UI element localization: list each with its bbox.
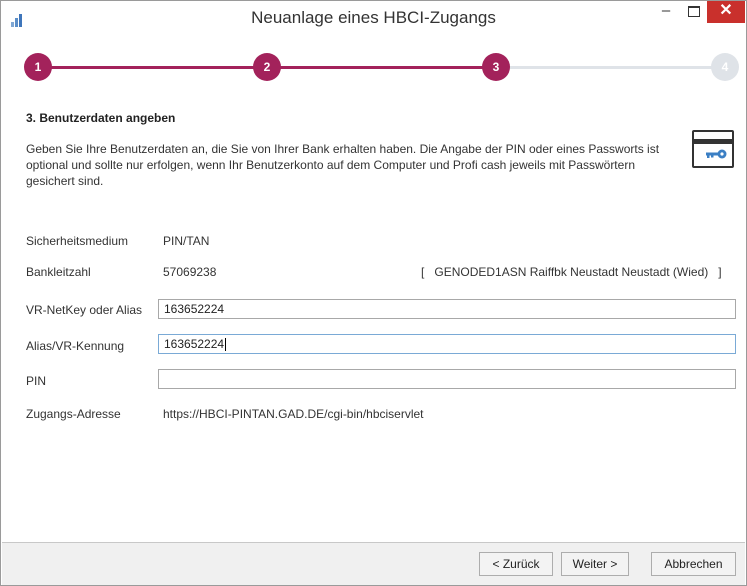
pin-label: PIN [26,374,47,388]
maximize-icon [688,6,700,17]
bracket-open: [ [421,265,425,279]
bracket-close: ] [718,265,722,279]
bank-info-text: GENODED1ASN Raiffbk Neustadt Neustadt (W… [434,265,709,279]
section-description: Geben Sie Ihre Benutzerdaten an, die Sie… [26,142,660,188]
step-2: 2 [253,53,281,81]
text-caret [225,338,227,352]
bank-info: [ GENODED1ASN Raiffbk Neustadt Neustadt … [421,265,722,279]
address-label: Zugangs-Adresse [26,407,121,421]
step-progress: 1 2 3 4 [1,35,746,93]
security-medium-label: Sicherheitsmedium [26,234,129,248]
dialog-window: Neuanlage eines HBCI-Zugangs – ✕ 1 2 3 4… [0,0,747,586]
window-title: Neuanlage eines HBCI-Zugangs [251,8,496,27]
alias-label: Alias/VR-Kennung [26,339,125,353]
netkey-input[interactable]: 163652224 [158,299,736,319]
alias-input[interactable]: 163652224 [158,334,736,354]
security-medium-value: PIN/TAN [163,234,210,248]
footer-bar [2,543,745,585]
section-heading: 3. Benutzerdaten angeben [26,111,176,125]
cancel-button[interactable]: Abbrechen [651,552,736,576]
card-key-icon [692,130,734,168]
netkey-label: VR-NetKey oder Alias [26,303,143,317]
minimize-button[interactable]: – [652,1,680,23]
step-1: 1 [24,53,52,81]
title-bar: Neuanlage eines HBCI-Zugangs – ✕ [1,1,746,35]
bank-code-value: 57069238 [163,265,217,279]
next-button[interactable]: Weiter > [561,552,629,576]
bank-code-label: Bankleitzahl [26,265,91,279]
alias-input-value: 163652224 [164,337,225,351]
netkey-input-value: 163652224 [164,302,225,316]
close-button[interactable]: ✕ [707,1,745,23]
step-3: 3 [482,53,510,81]
maximize-button[interactable] [680,1,708,23]
progress-line-pending [497,66,725,69]
address-value: https://HBCI-PINTAN.GAD.DE/cgi-bin/hbcis… [163,407,424,421]
step-4: 4 [711,53,739,81]
pin-input[interactable] [158,369,736,389]
back-button[interactable]: < Zurück [479,552,553,576]
